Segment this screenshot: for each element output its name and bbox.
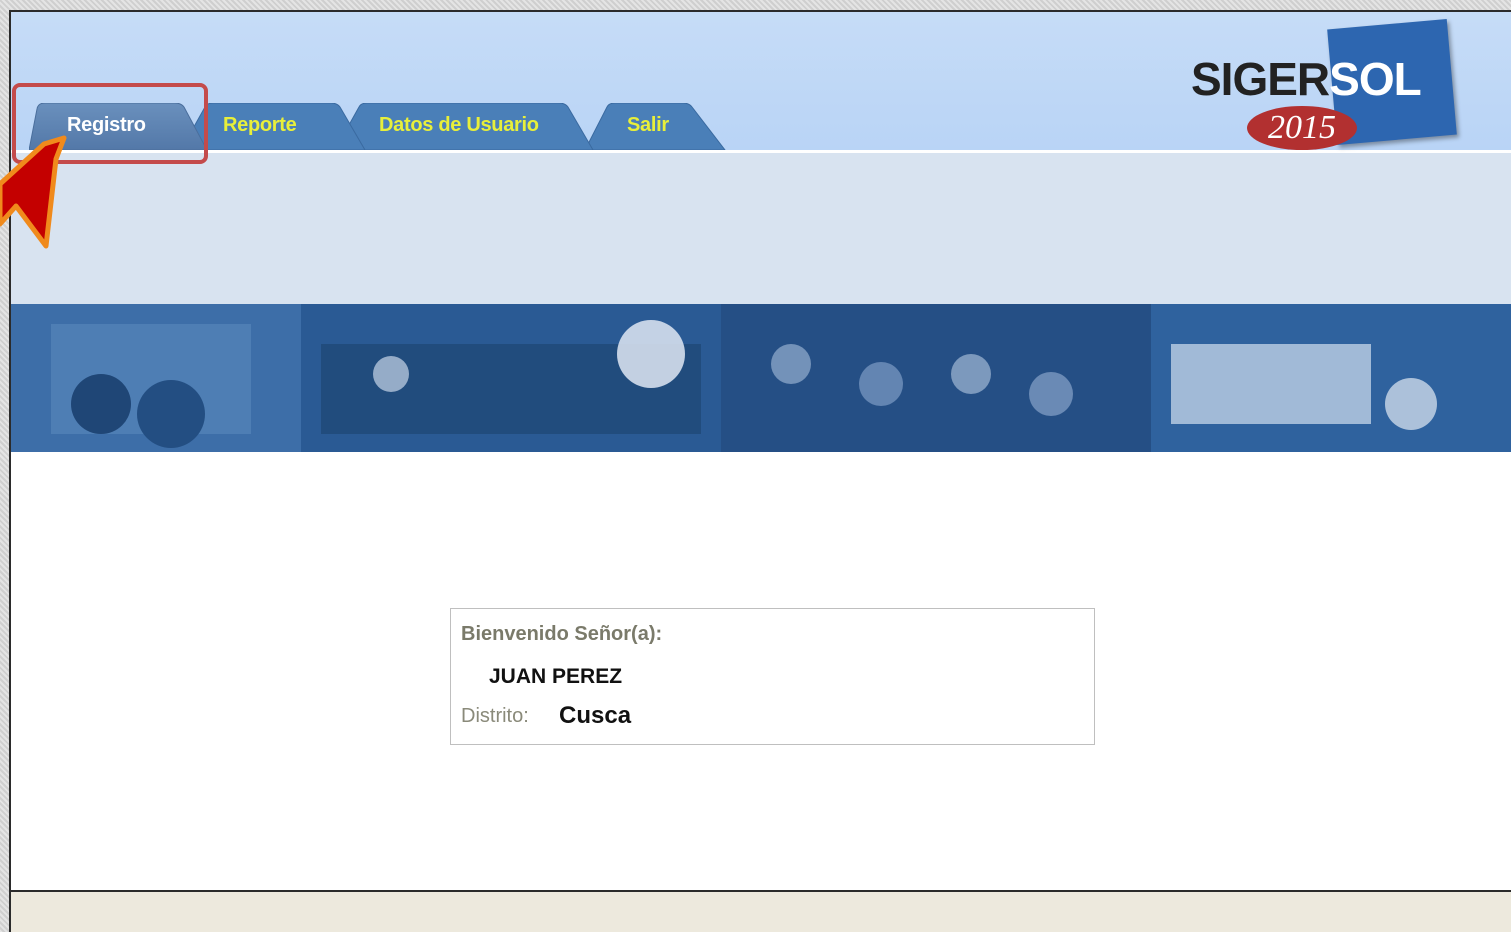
welcome-greeting: Bienvenido Señor(a):	[461, 623, 663, 645]
pointer-arrow-icon	[0, 135, 67, 249]
banner-photo-collage	[11, 304, 1511, 452]
logo-year: 2015	[1247, 106, 1357, 150]
district-value: Cusca	[559, 702, 632, 729]
app-window: Salir Datos de Usuario Reporte Registro …	[9, 10, 1511, 932]
tab-datos-de-usuario-label: Datos de Usuario	[379, 114, 539, 136]
logo-text-part1: SIGER	[1191, 53, 1330, 105]
tab-salir[interactable]: Salir	[585, 103, 735, 150]
logo-text-part2: SOL	[1329, 53, 1422, 105]
footer	[11, 890, 1511, 932]
photo-banner	[11, 304, 1511, 452]
logo-text: SIGERSOL	[1191, 52, 1422, 106]
tab-reporte-label: Reporte	[223, 114, 297, 136]
district-label: Distrito:	[461, 705, 529, 727]
welcome-panel: Bienvenido Señor(a): JUAN PEREZ Distrito…	[450, 608, 1095, 745]
tab-salir-label: Salir	[627, 114, 669, 136]
tab-datos-de-usuario[interactable]: Datos de Usuario	[335, 103, 595, 150]
sigersol-logo: SIGERSOL 2015	[1181, 18, 1471, 150]
user-name: JUAN PEREZ	[489, 665, 623, 688]
tab-reporte[interactable]: Reporte	[181, 103, 366, 150]
header-subarea	[11, 153, 1511, 304]
